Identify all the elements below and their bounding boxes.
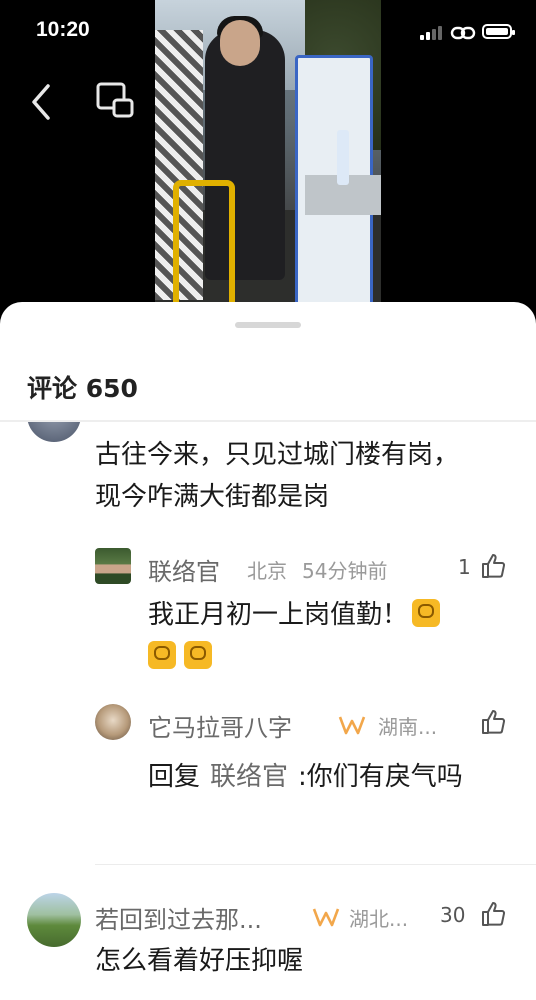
comments-sheet: 评论 650 古往今来，只见过城门楼有岗，现今咋满大街都是岗 联络官 北京 54… — [0, 302, 536, 1000]
comment-author[interactable]: 联络官 — [148, 552, 220, 587]
avatar[interactable] — [27, 422, 81, 442]
comment-text: 古往今来，只见过城门楼有岗，现今咋满大街都是岗 — [95, 440, 460, 512]
avatar[interactable] — [95, 704, 131, 740]
status-time: 10:20 — [36, 18, 90, 41]
comment-text: 回复 联络官 :你们有戾气吗 — [148, 756, 488, 798]
status-bar: 10:20 — [0, 0, 536, 60]
reply-body: :你们有戾气吗 — [298, 762, 463, 792]
chevron-left-icon — [32, 84, 50, 120]
comment-location: 北京 — [247, 559, 287, 583]
comment-location: 湖南... — [378, 715, 438, 739]
comment-time: 54分钟前 — [302, 559, 388, 583]
verified-badge-icon — [338, 716, 366, 735]
comment-author[interactable]: 它马拉哥八字 — [148, 708, 292, 743]
verified-badge-icon — [312, 908, 340, 927]
comment-text: 我正月初一上岗值勤！ — [148, 594, 488, 678]
battery-icon — [482, 24, 515, 39]
like-count: 30 — [440, 903, 466, 927]
like-count: 1 — [458, 555, 471, 579]
avatar[interactable] — [27, 893, 81, 947]
drag-handle[interactable] — [235, 322, 301, 328]
raised-fist-icon — [412, 599, 441, 627]
comment-list[interactable]: 古往今来，只见过城门楼有岗，现今咋满大街都是岗 联络官 北京 54分钟前 1 我… — [0, 422, 536, 1000]
comment-text: 怎么看着好压抑喔 — [95, 946, 304, 976]
picture-in-picture-button[interactable] — [96, 82, 136, 122]
link-icon — [450, 26, 476, 40]
reply-prefix: 回复 — [148, 762, 201, 792]
comment-divider — [95, 864, 536, 865]
comment-author[interactable]: 若回到过去那... — [95, 900, 262, 935]
back-button[interactable] — [28, 82, 68, 122]
raised-fist-icon — [148, 641, 176, 669]
avatar[interactable] — [95, 548, 131, 584]
thumbs-up-icon[interactable] — [480, 901, 506, 927]
pip-icon — [96, 82, 134, 118]
comment-text-content: 我正月初一上岗值勤！ — [148, 600, 409, 630]
raised-fist-icon — [184, 641, 212, 669]
comments-title: 评论 650 — [27, 374, 138, 403]
comment-location: 湖北... — [349, 907, 409, 931]
thumbs-up-icon[interactable] — [480, 553, 506, 579]
reply-to-user[interactable]: 联络官 — [210, 762, 288, 792]
thumbs-up-icon[interactable] — [480, 709, 506, 735]
